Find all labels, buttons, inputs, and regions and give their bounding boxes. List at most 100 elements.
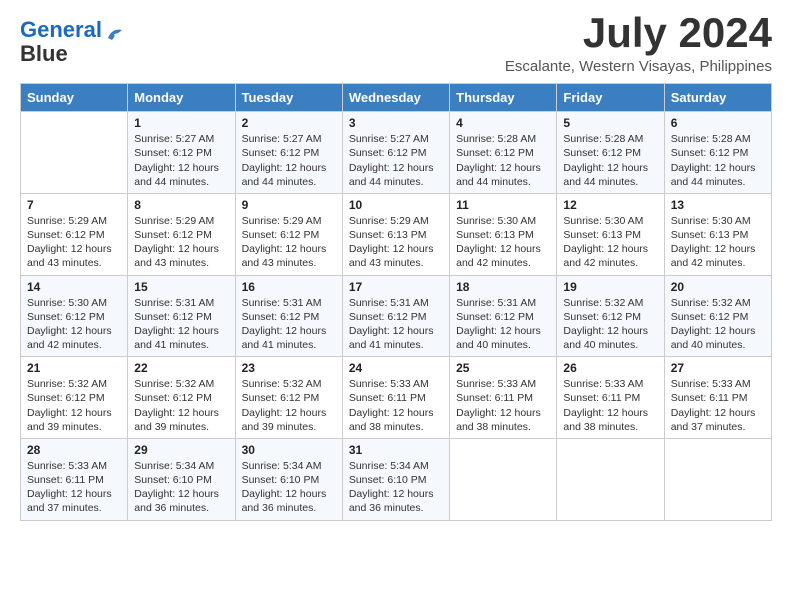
day-number: 22 [134,361,228,375]
day-info: Sunrise: 5:30 AM Sunset: 6:13 PM Dayligh… [671,214,765,271]
calendar-cell: 27 Sunrise: 5:33 AM Sunset: 6:11 PM Dayli… [664,357,771,439]
day-number: 28 [27,443,121,457]
day-number: 1 [134,116,228,130]
calendar-cell: 30Sunrise: 5:34 AM Sunset: 6:10 PM Dayli… [235,438,342,520]
day-number: 26 [563,361,657,375]
day-info: Sunrise: 5:30 AM Sunset: 6:13 PM Dayligh… [563,214,657,271]
logo: GeneralBlue [20,18,126,66]
day-info: Sunrise: 5:33 AM Sunset: 6:11 PM Dayligh… [349,377,443,434]
day-info: Sunrise: 5:33 AM Sunset: 6:11 PM Dayligh… [671,377,765,434]
calendar-cell [664,438,771,520]
calendar-cell: 12 Sunrise: 5:30 AM Sunset: 6:13 PM Dayli… [557,193,664,275]
day-number: 19 [563,280,657,294]
calendar-cell [450,438,557,520]
calendar-cell [21,112,128,194]
day-info: Sunrise: 5:28 AM Sunset: 6:12 PM Dayligh… [456,132,550,189]
day-number: 23 [242,361,336,375]
day-info: Sunrise: 5:27 AM Sunset: 6:12 PM Dayligh… [242,132,336,189]
day-info: Sunrise: 5:32 AM Sunset: 6:12 PM Dayligh… [563,296,657,353]
day-number: 16 [242,280,336,294]
calendar-cell: 5 Sunrise: 5:28 AM Sunset: 6:12 PM Daylig… [557,112,664,194]
day-number: 12 [563,198,657,212]
day-info: Sunrise: 5:29 AM Sunset: 6:12 PM Dayligh… [134,214,228,271]
weekday-header-saturday: Saturday [664,84,771,112]
weekday-header-thursday: Thursday [450,84,557,112]
calendar-cell: 28 Sunrise: 5:33 AM Sunset: 6:11 PM Dayli… [21,438,128,520]
day-number: 27 [671,361,765,375]
page-header: GeneralBlue July 2024 Escalante, Western… [20,10,772,75]
day-info: Sunrise: 5:28 AM Sunset: 6:12 PM Dayligh… [671,132,765,189]
day-number: 13 [671,198,765,212]
day-info: Sunrise: 5:34 AM Sunset: 6:10 PM Dayligh… [242,459,336,516]
day-info: Sunrise: 5:33 AM Sunset: 6:11 PM Dayligh… [456,377,550,434]
calendar-cell: 1 Sunrise: 5:27 AM Sunset: 6:12 PM Daylig… [128,112,235,194]
logo-bird-icon [104,24,126,46]
day-info: Sunrise: 5:32 AM Sunset: 6:12 PM Dayligh… [242,377,336,434]
day-number: 15 [134,280,228,294]
calendar-cell: 7 Sunrise: 5:29 AM Sunset: 6:12 PM Daylig… [21,193,128,275]
calendar-cell: 17Sunrise: 5:31 AM Sunset: 6:12 PM Dayli… [342,275,449,357]
day-info: Sunrise: 5:30 AM Sunset: 6:12 PM Dayligh… [27,296,121,353]
day-info: Sunrise: 5:32 AM Sunset: 6:12 PM Dayligh… [27,377,121,434]
day-number: 25 [456,361,550,375]
day-number: 21 [27,361,121,375]
calendar-cell: 31 Sunrise: 5:34 AM Sunset: 6:10 PM Dayli… [342,438,449,520]
calendar-cell: 29Sunrise: 5:34 AM Sunset: 6:10 PM Dayli… [128,438,235,520]
day-number: 24 [349,361,443,375]
title-block: July 2024 Escalante, Western Visayas, Ph… [505,10,772,75]
calendar-table: SundayMondayTuesdayWednesdayThursdayFrid… [20,83,772,520]
calendar-cell: 22 Sunrise: 5:32 AM Sunset: 6:12 PM Dayli… [128,357,235,439]
day-number: 29 [134,443,228,457]
calendar-cell: 4 Sunrise: 5:28 AM Sunset: 6:12 PM Daylig… [450,112,557,194]
day-info: Sunrise: 5:29 AM Sunset: 6:13 PM Dayligh… [349,214,443,271]
day-info: Sunrise: 5:28 AM Sunset: 6:12 PM Dayligh… [563,132,657,189]
calendar-week-row: 28 Sunrise: 5:33 AM Sunset: 6:11 PM Dayli… [21,438,772,520]
day-info: Sunrise: 5:31 AM Sunset: 6:12 PM Dayligh… [242,296,336,353]
day-info: Sunrise: 5:34 AM Sunset: 6:10 PM Dayligh… [349,459,443,516]
weekday-header-tuesday: Tuesday [235,84,342,112]
calendar-cell: 25 Sunrise: 5:33 AM Sunset: 6:11 PM Dayli… [450,357,557,439]
calendar-cell: 2Sunrise: 5:27 AM Sunset: 6:12 PM Daylig… [235,112,342,194]
weekday-header-row: SundayMondayTuesdayWednesdayThursdayFrid… [21,84,772,112]
calendar-cell: 9 Sunrise: 5:29 AM Sunset: 6:12 PM Daylig… [235,193,342,275]
day-info: Sunrise: 5:33 AM Sunset: 6:11 PM Dayligh… [27,459,121,516]
day-info: Sunrise: 5:32 AM Sunset: 6:12 PM Dayligh… [134,377,228,434]
calendar-cell: 15 Sunrise: 5:31 AM Sunset: 6:12 PM Dayli… [128,275,235,357]
weekday-header-monday: Monday [128,84,235,112]
calendar-cell [557,438,664,520]
calendar-cell: 13 Sunrise: 5:30 AM Sunset: 6:13 PM Dayli… [664,193,771,275]
day-info: Sunrise: 5:31 AM Sunset: 6:12 PM Dayligh… [134,296,228,353]
location-subtitle: Escalante, Western Visayas, Philippines [505,58,772,75]
calendar-cell: 16 Sunrise: 5:31 AM Sunset: 6:12 PM Dayli… [235,275,342,357]
day-info: Sunrise: 5:30 AM Sunset: 6:13 PM Dayligh… [456,214,550,271]
calendar-week-row: 21 Sunrise: 5:32 AM Sunset: 6:12 PM Dayli… [21,357,772,439]
day-number: 8 [134,198,228,212]
calendar-cell: 23 Sunrise: 5:32 AM Sunset: 6:12 PM Dayli… [235,357,342,439]
day-number: 20 [671,280,765,294]
day-number: 10 [349,198,443,212]
weekday-header-friday: Friday [557,84,664,112]
weekday-header-wednesday: Wednesday [342,84,449,112]
day-info: Sunrise: 5:33 AM Sunset: 6:11 PM Dayligh… [563,377,657,434]
calendar-week-row: 7 Sunrise: 5:29 AM Sunset: 6:12 PM Daylig… [21,193,772,275]
day-info: Sunrise: 5:31 AM Sunset: 6:12 PM Dayligh… [456,296,550,353]
calendar-cell: 19 Sunrise: 5:32 AM Sunset: 6:12 PM Dayli… [557,275,664,357]
day-info: Sunrise: 5:29 AM Sunset: 6:12 PM Dayligh… [242,214,336,271]
day-info: Sunrise: 5:29 AM Sunset: 6:12 PM Dayligh… [27,214,121,271]
day-info: Sunrise: 5:27 AM Sunset: 6:12 PM Dayligh… [134,132,228,189]
calendar-cell: 21 Sunrise: 5:32 AM Sunset: 6:12 PM Dayli… [21,357,128,439]
calendar-week-row: 14Sunrise: 5:30 AM Sunset: 6:12 PM Dayli… [21,275,772,357]
day-number: 18 [456,280,550,294]
day-number: 7 [27,198,121,212]
calendar-cell: 10 Sunrise: 5:29 AM Sunset: 6:13 PM Dayli… [342,193,449,275]
day-number: 5 [563,116,657,130]
day-number: 11 [456,198,550,212]
calendar-cell: 8 Sunrise: 5:29 AM Sunset: 6:12 PM Daylig… [128,193,235,275]
day-number: 31 [349,443,443,457]
day-info: Sunrise: 5:27 AM Sunset: 6:12 PM Dayligh… [349,132,443,189]
calendar-cell: 14Sunrise: 5:30 AM Sunset: 6:12 PM Dayli… [21,275,128,357]
calendar-cell: 3Sunrise: 5:27 AM Sunset: 6:12 PM Daylig… [342,112,449,194]
day-number: 6 [671,116,765,130]
day-number: 9 [242,198,336,212]
day-number: 4 [456,116,550,130]
